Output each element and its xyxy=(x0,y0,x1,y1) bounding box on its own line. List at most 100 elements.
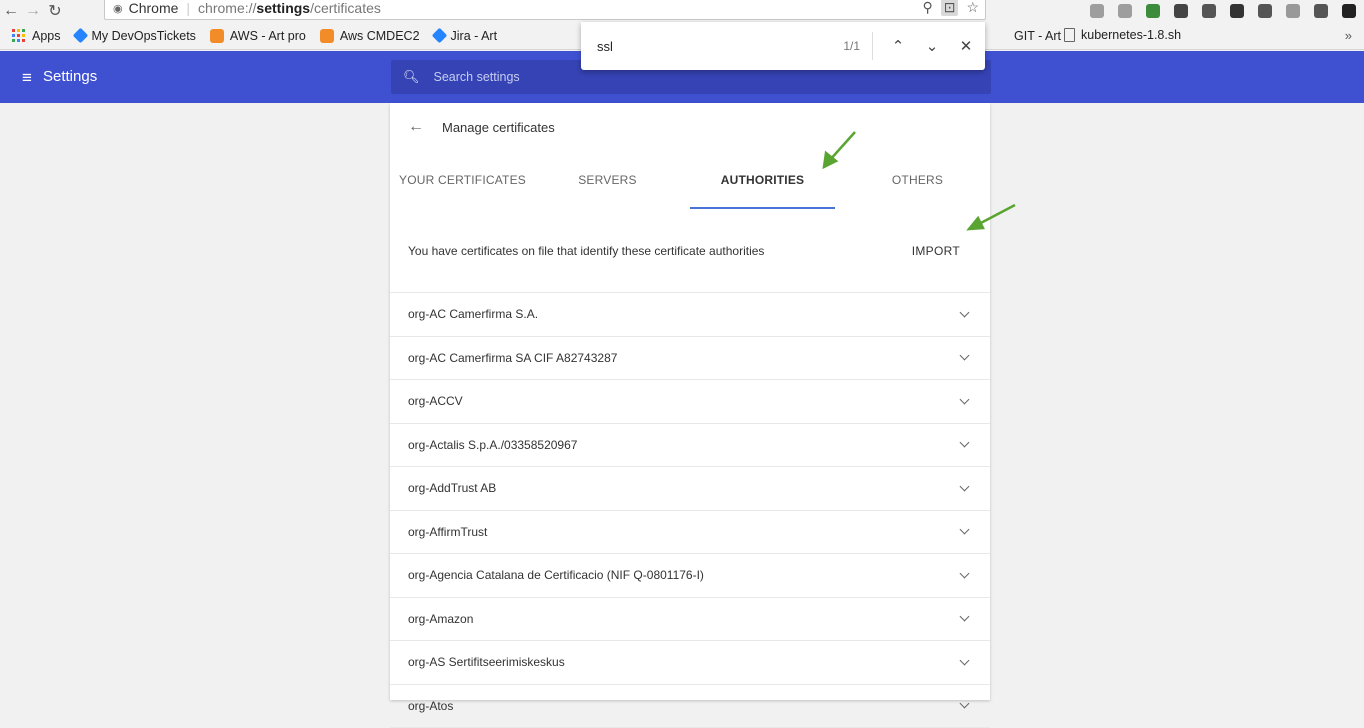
chevron-down-icon[interactable] xyxy=(960,394,970,404)
bookmark-kubernetes[interactable]: kubernetes-1.8.sh xyxy=(1064,28,1181,42)
authority-name: org-Atos xyxy=(408,699,453,713)
authorities-description-row: You have certificates on file that ident… xyxy=(390,209,990,293)
find-previous-button[interactable]: ⌃ xyxy=(881,37,915,55)
find-match-count: 1/1 xyxy=(807,32,873,60)
extension-icon[interactable] xyxy=(1146,4,1160,18)
authority-row[interactable]: org-AC Camerfirma SA CIF A82743287 xyxy=(390,337,990,381)
chevron-down-icon[interactable] xyxy=(960,699,970,709)
authority-row[interactable]: org-Atos xyxy=(390,685,990,728)
authority-name: org-Actalis S.p.A./03358520967 xyxy=(408,438,577,452)
extension-icon[interactable] xyxy=(1286,4,1300,18)
authority-row[interactable]: org-ACCV xyxy=(390,380,990,424)
authority-name: org-Amazon xyxy=(408,612,473,626)
chevron-down-icon[interactable] xyxy=(960,568,970,578)
bookmark-label: GIT - Art xyxy=(1014,29,1061,43)
authority-name: org-AS Sertifitseerimiskeskus xyxy=(408,655,565,669)
certificates-card: ← Manage certificates YOUR CERTIFICATES … xyxy=(390,103,990,700)
authority-row[interactable]: org-Actalis S.p.A./03358520967 xyxy=(390,424,990,468)
authority-name: org-AC Camerfirma S.A. xyxy=(408,307,538,321)
authority-row[interactable]: org-AS Sertifitseerimiskeskus xyxy=(390,641,990,685)
find-next-button[interactable]: ⌄ xyxy=(915,37,949,55)
extension-icon[interactable] xyxy=(1230,4,1244,18)
jira-diamond-icon xyxy=(72,28,88,44)
extension-icon[interactable] xyxy=(1202,4,1216,18)
reload-icon[interactable]: ↻ xyxy=(44,0,66,22)
site-chip[interactable]: ◉ Chrome xyxy=(113,0,178,16)
chevron-down-icon[interactable] xyxy=(960,438,970,448)
forward-arrow-icon[interactable]: → xyxy=(22,0,44,22)
bookmark-jira-art[interactable]: Jira - Art xyxy=(434,29,498,43)
find-input[interactable]: ssl xyxy=(597,39,807,54)
bookmark-label: My DevOpsTickets xyxy=(92,29,196,43)
authority-name: org-AC Camerfirma SA CIF A82743287 xyxy=(408,351,617,365)
bookmark-label: kubernetes-1.8.sh xyxy=(1081,28,1181,42)
chevron-down-icon[interactable] xyxy=(960,525,970,535)
bookmark-git-art[interactable]: GIT - Art xyxy=(1014,29,1061,43)
bookmark-aws-art-pro[interactable]: AWS - Art pro xyxy=(210,29,306,43)
authority-name: org-Agencia Catalana de Certificacio (NI… xyxy=(408,568,704,582)
chevron-down-icon[interactable] xyxy=(960,481,970,491)
authority-name: org-AddTrust AB xyxy=(408,481,496,495)
chevron-down-icon[interactable] xyxy=(960,307,970,317)
page-title: Settings xyxy=(43,68,97,85)
extension-icon[interactable] xyxy=(1258,4,1272,18)
apps-grid-icon xyxy=(12,29,26,42)
tab-servers[interactable]: SERVERS xyxy=(535,157,680,209)
card-header: ← Manage certificates xyxy=(390,103,990,151)
extension-icon[interactable] xyxy=(1118,4,1132,18)
search-placeholder: Search settings xyxy=(434,70,520,84)
bookmark-label: Jira - Art xyxy=(451,29,498,43)
site-chip-label: Chrome xyxy=(129,0,179,16)
authorities-description: You have certificates on file that ident… xyxy=(408,244,764,258)
browser-toolbar: ← → ↻ ◉ Chrome | chrome:// settings /cer… xyxy=(0,0,1364,22)
bookmark-aws-cmdec2[interactable]: Aws CMDEC2 xyxy=(320,29,420,43)
back-arrow-icon[interactable]: ← xyxy=(408,118,424,136)
find-close-button[interactable]: ✕ xyxy=(949,37,983,55)
aws-cube-icon xyxy=(210,29,224,43)
authority-row[interactable]: org-AddTrust AB xyxy=(390,467,990,511)
jira-diamond-icon xyxy=(431,28,447,44)
chevron-down-icon[interactable] xyxy=(960,351,970,361)
bookmark-label: AWS - Art pro xyxy=(230,29,306,43)
authority-list: org-AC Camerfirma S.A. org-AC Camerfirma … xyxy=(390,293,990,728)
extension-icon[interactable] xyxy=(1090,4,1104,18)
extension-icon[interactable] xyxy=(1174,4,1188,18)
bookmarks-overflow-button[interactable]: » xyxy=(1345,28,1352,43)
extension-icon[interactable] xyxy=(1314,4,1328,18)
extension-icon[interactable] xyxy=(1342,4,1356,18)
url-host: settings xyxy=(256,0,310,16)
authority-name: org-ACCV xyxy=(408,394,463,408)
address-bar[interactable]: ◉ Chrome | chrome:// settings /certifica… xyxy=(104,0,986,20)
url-separator: | xyxy=(186,0,190,16)
zoom-icon[interactable]: ⚲ xyxy=(922,0,932,16)
authority-row[interactable]: org-AffirmTrust xyxy=(390,511,990,555)
back-arrow-icon[interactable]: ← xyxy=(0,0,22,22)
certificate-tabs: YOUR CERTIFICATES SERVERS AUTHORITIES OT… xyxy=(390,157,990,209)
bookmark-devops-tickets[interactable]: My DevOpsTickets xyxy=(75,29,196,43)
import-button[interactable]: IMPORT xyxy=(912,244,960,258)
extensions-area xyxy=(1090,0,1364,22)
find-icon[interactable]: ⊡ xyxy=(941,0,959,16)
find-bar: ssl 1/1 ⌃ ⌄ ✕ xyxy=(581,22,985,70)
aws-cube-icon xyxy=(320,29,334,43)
card-title: Manage certificates xyxy=(442,120,555,135)
authority-row[interactable]: org-AC Camerfirma S.A. xyxy=(390,293,990,337)
url-scheme: chrome:// xyxy=(198,0,256,16)
authority-row[interactable]: org-Agencia Catalana de Certificacio (NI… xyxy=(390,554,990,598)
tab-your-certificates[interactable]: YOUR CERTIFICATES xyxy=(390,157,535,209)
bookmark-apps[interactable]: Apps xyxy=(12,29,61,43)
authority-row[interactable]: org-Amazon xyxy=(390,598,990,642)
chevron-down-icon[interactable] xyxy=(960,655,970,665)
menu-icon[interactable]: ≡ xyxy=(22,68,32,88)
url-path: /certificates xyxy=(310,0,381,16)
bookmark-label: Apps xyxy=(32,29,61,43)
chevron-down-icon[interactable] xyxy=(960,612,970,622)
search-icon: 🔍︎ xyxy=(403,69,420,85)
document-icon xyxy=(1064,28,1075,42)
chrome-logo-icon: ◉ xyxy=(113,2,123,15)
bookmark-star-icon[interactable]: ☆ xyxy=(966,0,979,16)
tab-authorities[interactable]: AUTHORITIES xyxy=(690,157,835,209)
bookmark-label: Aws CMDEC2 xyxy=(340,29,420,43)
tab-others[interactable]: OTHERS xyxy=(845,157,990,209)
authority-name: org-AffirmTrust xyxy=(408,525,487,539)
